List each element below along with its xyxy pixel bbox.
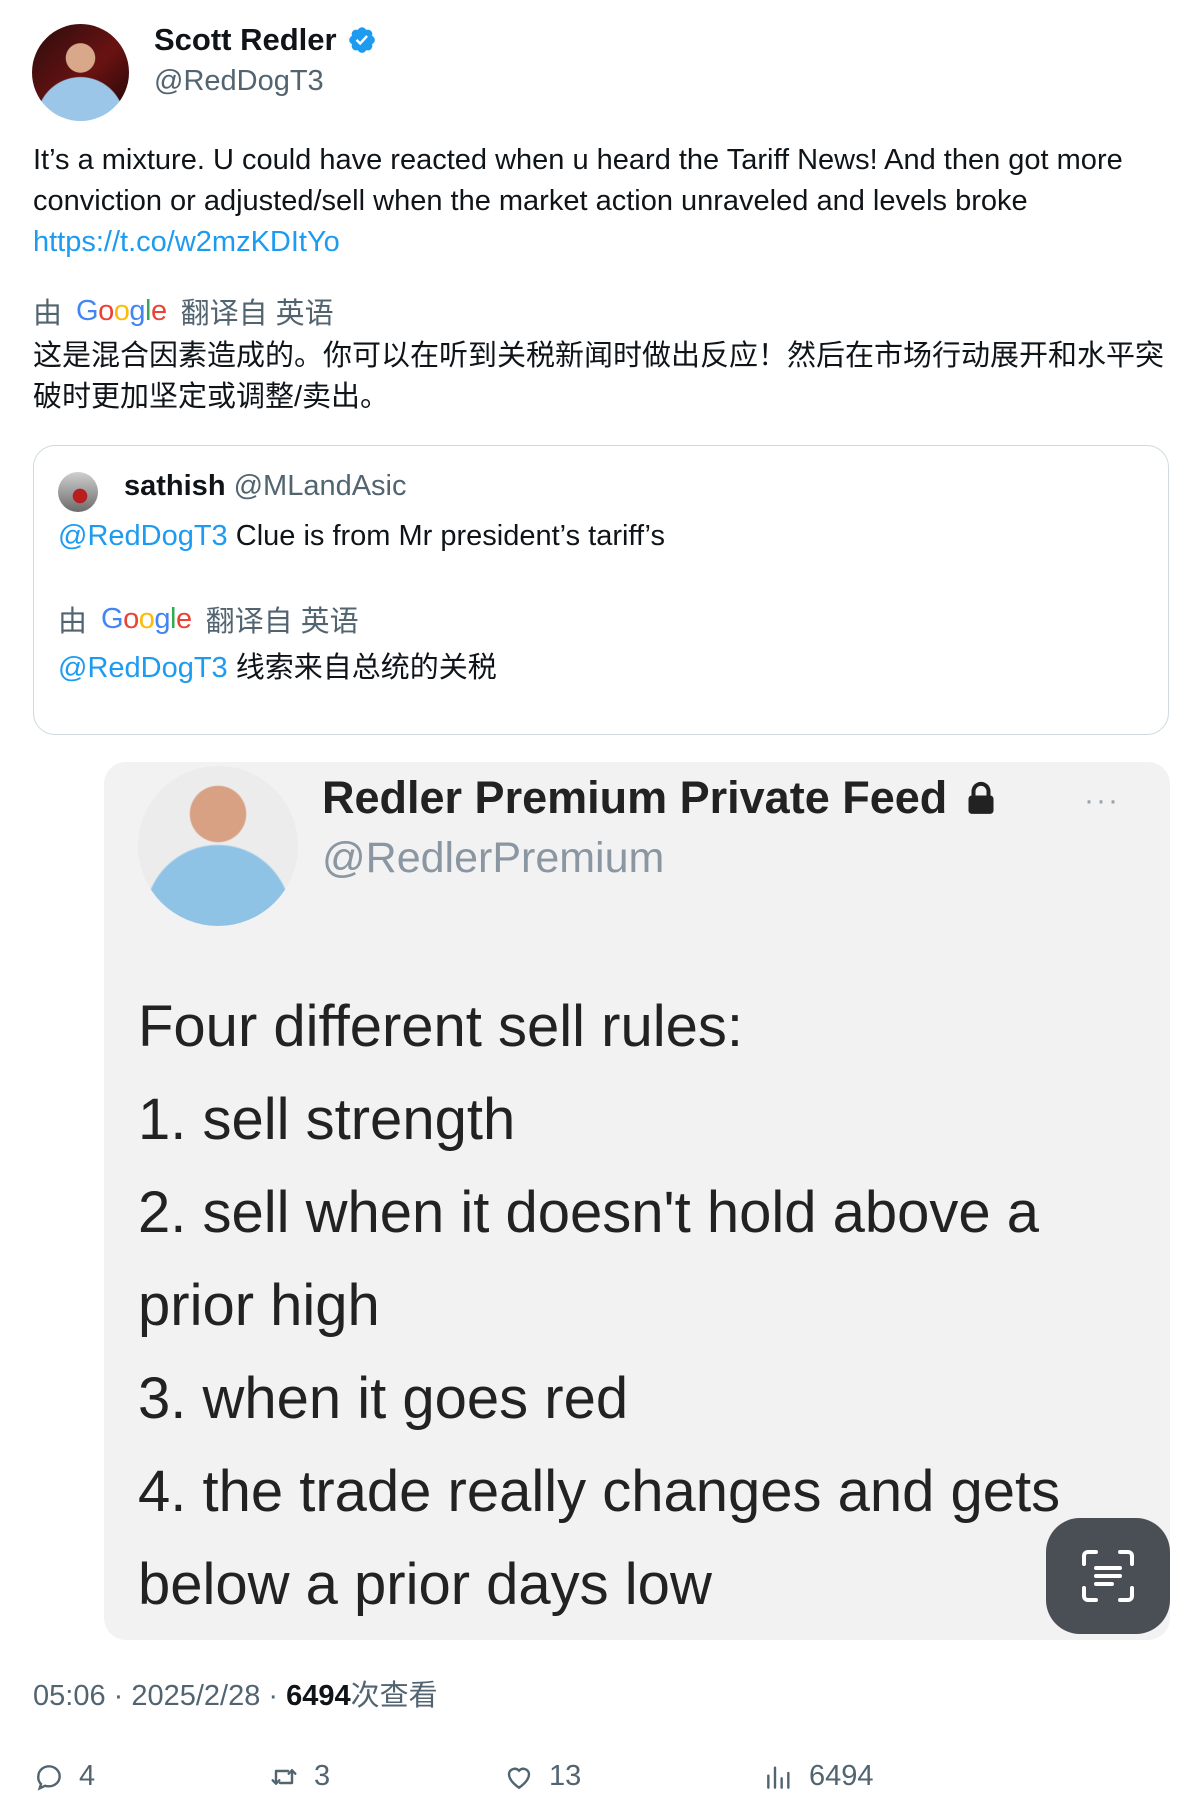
media-avatar xyxy=(138,766,298,926)
google-logo: Google xyxy=(101,602,192,635)
view-label: 次查看 xyxy=(350,1680,438,1712)
verified-badge-icon xyxy=(348,27,375,53)
like-button[interactable]: 13 xyxy=(503,1760,581,1793)
repost-count: 3 xyxy=(314,1760,331,1792)
media-body-text: Four different sell rules: 1. sell stren… xyxy=(138,980,1148,1631)
quote-avatar[interactable] xyxy=(58,472,98,512)
quote-author-handle[interactable]: @MLandAsic xyxy=(234,470,407,502)
tweet-timestamp[interactable]: 05:06 · 2025/2/28 · xyxy=(33,1680,286,1712)
author-handle[interactable]: @RedDogT3 xyxy=(154,65,324,98)
quote-body: Clue is from Mr president’s tariff’s xyxy=(227,520,665,552)
reply-icon xyxy=(37,1764,61,1791)
author-avatar[interactable] xyxy=(32,24,129,121)
media-name-row: Redler Premium Private Feed xyxy=(322,772,1001,824)
views-button[interactable]: 6494 xyxy=(763,1760,874,1793)
lock-icon xyxy=(968,781,994,814)
quote-header: sathish @MLandAsic xyxy=(124,470,407,503)
repost-button[interactable]: 3 xyxy=(268,1760,330,1793)
quote-translation-body: 线索来自总统的关税 xyxy=(227,652,497,684)
quote-author-name[interactable]: sathish xyxy=(124,470,226,502)
media-line: 3. when it goes red xyxy=(138,1366,629,1431)
action-bar: 4 3 13 6494 xyxy=(33,1760,1173,1800)
tweet-link[interactable]: https://t.co/w2mzKDItYo xyxy=(33,226,340,258)
tweet-media-image[interactable]: Redler Premium Private Feed ··· @RedlerP… xyxy=(104,762,1170,1640)
analytics-icon xyxy=(767,1765,790,1789)
quote-translation-attribution[interactable]: 由 Google 翻译自 英语 xyxy=(58,598,359,640)
like-count: 13 xyxy=(549,1760,582,1792)
google-logo: Google xyxy=(76,294,167,327)
media-line: 4. the trade really changes and gets bel… xyxy=(138,1459,1061,1617)
reply-count: 4 xyxy=(79,1760,96,1792)
quote-mention[interactable]: @RedDogT3 xyxy=(58,520,228,552)
quote-text: @RedDogT3 Clue is from Mr president’s ta… xyxy=(58,520,665,553)
quote-translation-prefix: 由 xyxy=(58,606,88,638)
media-line: 1. sell strength xyxy=(138,1087,516,1152)
media-line: 2. sell when it doesn't hold above a pri… xyxy=(138,1180,1040,1338)
repost-icon xyxy=(271,1768,297,1785)
author-name[interactable]: Scott Redler xyxy=(154,22,337,58)
text-scan-button[interactable] xyxy=(1046,1518,1170,1634)
tweet-body: It’s a mixture. U could have reacted whe… xyxy=(33,144,1123,217)
media-account-handle: @RedlerPremium xyxy=(322,834,665,882)
tweet-text: It’s a mixture. U could have reacted whe… xyxy=(33,140,1173,263)
text-scan-icon xyxy=(1082,1550,1134,1602)
media-more-icon: ··· xyxy=(1084,784,1120,817)
heart-icon xyxy=(507,1767,531,1789)
view-count: 6494 xyxy=(286,1680,351,1712)
author-name-row: Scott Redler xyxy=(154,22,377,58)
reply-button[interactable]: 4 xyxy=(33,1760,95,1793)
media-line: Four different sell rules: xyxy=(138,994,743,1059)
quote-translation-text: @RedDogT3 线索来自总统的关税 xyxy=(58,644,497,686)
translation-attribution[interactable]: 由 Google 翻译自 英语 xyxy=(33,290,334,332)
views-count: 6494 xyxy=(809,1760,874,1792)
quote-translation-mention[interactable]: @RedDogT3 xyxy=(58,652,228,684)
tweet-meta: 05:06 · 2025/2/28 · 6494次查看 xyxy=(33,1672,438,1714)
translation-text: 这是混合因素造成的。你可以在听到关税新闻时做出反应！然后在市场行动展开和水平突破… xyxy=(33,340,1165,413)
quoted-tweet[interactable]: sathish @MLandAsic @RedDogT3 Clue is fro… xyxy=(33,445,1169,735)
quote-translation-suffix: 翻译自 英语 xyxy=(205,606,359,638)
translation-prefix: 由 xyxy=(33,298,63,330)
media-account-name: Redler Premium Private Feed xyxy=(322,772,948,823)
translation-suffix: 翻译自 英语 xyxy=(180,298,334,330)
